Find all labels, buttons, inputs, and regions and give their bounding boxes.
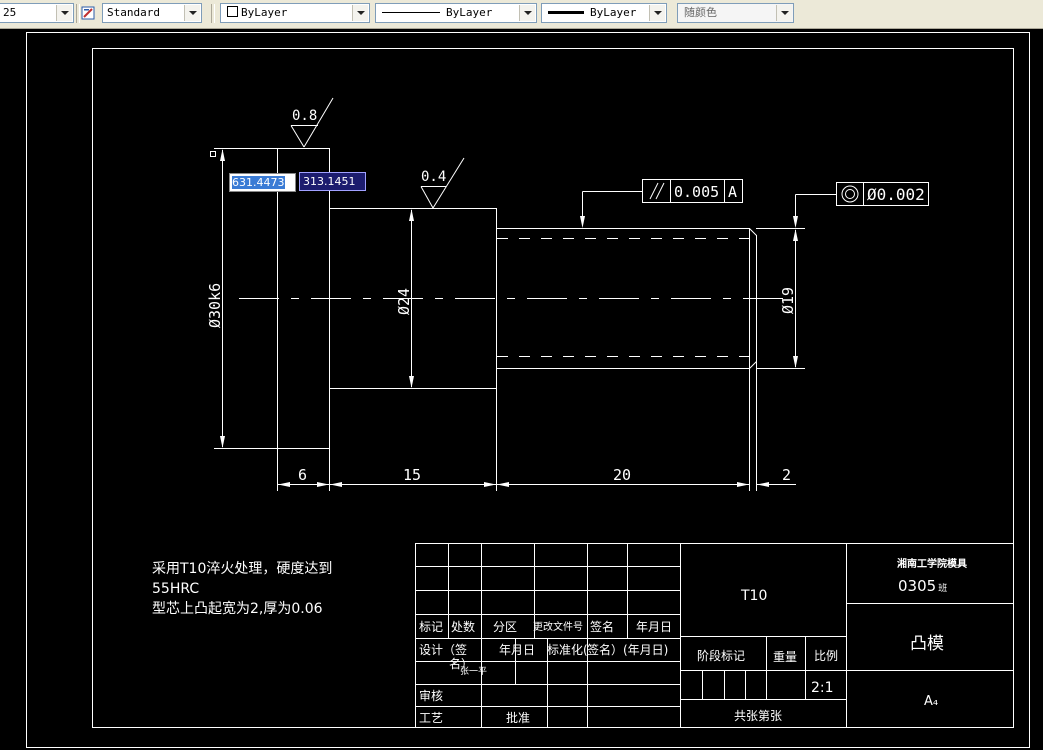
dim-dia-right-text: Ø19	[779, 287, 797, 314]
lineweight-sample-icon	[548, 11, 584, 14]
note-line-1: 采用T10淬火处理，硬度达到	[152, 561, 332, 577]
tb-label-standard: 标准化(	[547, 643, 588, 657]
chevron-down-icon[interactable]	[776, 5, 792, 21]
tb-label-date: 年月日	[636, 620, 672, 634]
tb-label-ratio: 比例	[814, 649, 838, 663]
tb-label-sheets: 共张第张	[734, 709, 782, 723]
chevron-down-icon[interactable]	[649, 5, 665, 21]
tb-label-designer: 张一平	[460, 666, 487, 677]
tb-label-sign: 签名	[590, 619, 614, 634]
color-control-select[interactable]: ByLayer	[220, 3, 370, 23]
dynamic-input-y-value: 313.1451	[303, 175, 356, 188]
chevron-down-icon[interactable]	[519, 5, 535, 21]
tb-school: 湘南工学院模具	[897, 557, 967, 570]
tb-class-code-value: 0305	[898, 577, 936, 595]
tb-label-approve: 批准	[506, 710, 530, 725]
dynamic-input-x[interactable]: 631.4473	[229, 173, 296, 192]
tb-label-design: 设计（签	[419, 642, 467, 657]
dim-scale-select[interactable]: 25	[0, 3, 74, 23]
text-style-value: Standard	[107, 6, 160, 19]
text-style-select[interactable]: Standard	[102, 3, 202, 23]
drawing-canvas[interactable]: 0.8 0.4 0.005 A Ø0.002 Ø30k6 Ø24 Ø19 6 1…	[0, 29, 1043, 750]
color-swatch-icon	[227, 6, 238, 17]
chevron-down-icon[interactable]	[56, 5, 72, 21]
dim-dia-mid-text: Ø24	[395, 288, 413, 315]
linetype-value: ByLayer	[446, 6, 493, 19]
tb-part-name: 凸模	[910, 634, 944, 654]
sheet-outer-border	[26, 32, 1030, 748]
tb-label-weight: 重量	[773, 650, 797, 664]
chevron-down-icon[interactable]	[184, 5, 200, 21]
tb-sheet-size: A₄	[924, 694, 938, 709]
dynamic-input-x-value: 631.4473	[232, 176, 285, 189]
tb-label-zone: 分区	[493, 620, 517, 634]
tb-label-review: 审核	[419, 688, 443, 703]
tb-label-process: 工艺	[419, 711, 443, 725]
roughness-left-text: 0.8	[292, 108, 317, 124]
hidden-lines	[497, 238, 750, 357]
chevron-down-icon[interactable]	[352, 5, 368, 21]
roughness-mid-text: 0.4	[421, 169, 446, 185]
linetype-control-select[interactable]: ByLayer	[375, 3, 537, 23]
tb-scale: 2:1	[811, 680, 834, 696]
plot-style-value: 随颜色	[684, 6, 717, 19]
dim-len-4-text: 2	[782, 466, 791, 484]
note-line-2: 55HRC	[152, 581, 199, 597]
dim-len-1-text: 6	[298, 466, 307, 484]
linetype-sample-icon	[382, 12, 440, 13]
tb-class-code: 0305 班	[898, 577, 947, 595]
tb-label-stage: 阶段标记	[697, 648, 745, 663]
dim-scale-value: 25	[3, 6, 17, 19]
note-line-3: 型芯上凸起宽为2,厚为0.06	[152, 600, 323, 617]
parallel-datum-text: A	[728, 183, 737, 201]
properties-toolbar: 25 Standard ByLayer ByLayer ByLayer 随颜色	[0, 0, 1043, 29]
tb-label-mark: 标记	[419, 620, 443, 634]
concentric-tolerance-text: Ø0.002	[867, 185, 925, 204]
toolbar-separator	[211, 4, 215, 23]
tb-class-suffix: 班	[938, 582, 947, 594]
pickbox-cursor	[210, 151, 216, 157]
tb-label-date2: 年月日	[499, 643, 535, 657]
tb-label-count: 处数	[451, 619, 475, 634]
dim-len-2-text: 15	[403, 466, 421, 484]
tb-label-sign-date: 签名）(年月日)	[587, 642, 668, 657]
lineweight-control-select[interactable]: ByLayer	[541, 3, 667, 23]
dim-len-3-text: 20	[613, 466, 631, 484]
toolbar-separator	[76, 4, 80, 23]
color-value: ByLayer	[241, 6, 288, 19]
tb-label-change-doc: 更改文件号	[533, 620, 583, 633]
plot-style-select[interactable]: 随颜色	[677, 3, 794, 23]
text-style-icon[interactable]	[81, 5, 97, 21]
dynamic-input-y[interactable]: 313.1451	[299, 172, 366, 191]
dim-length-lines	[277, 362, 796, 491]
tb-material: T10	[740, 588, 767, 604]
parallel-tolerance-text: 0.005	[674, 183, 719, 201]
lineweight-value: ByLayer	[590, 6, 637, 19]
dim-dia-left-text: Ø30k6	[206, 283, 224, 328]
